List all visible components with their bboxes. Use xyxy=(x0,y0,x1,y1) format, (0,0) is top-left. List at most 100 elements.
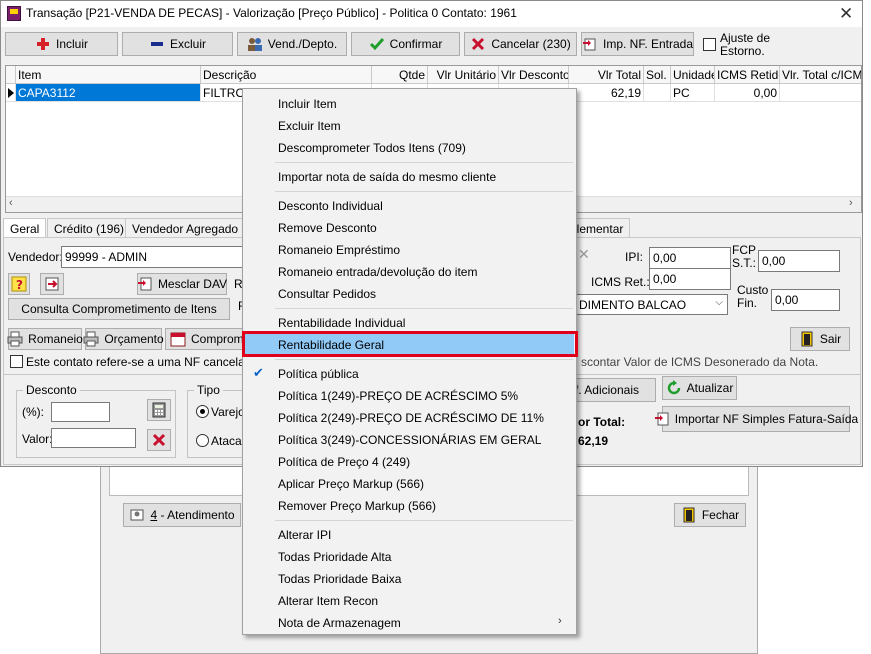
confirmar-button[interactable]: Confirmar xyxy=(351,32,460,56)
cancelar-label: Cancelar (230) xyxy=(491,37,571,51)
col-header-vlr-desconto[interactable]: Vlr Desconto xyxy=(499,66,569,84)
col-header-sol[interactable]: Sol. xyxy=(644,66,671,84)
menu-item-romaneio-entrada[interactable]: Romaneio entrada/devolução do item xyxy=(245,261,574,283)
ipi-field[interactable]: 0,00 xyxy=(649,247,731,269)
ajuste-estorno-checkbox[interactable] xyxy=(703,38,716,51)
consulta-comprometimento-label: Consulta Comprometimento de Itens xyxy=(21,302,217,316)
chevron-down-icon: ⌵ xyxy=(715,297,723,308)
vendedor-field[interactable]: 99999 - ADMIN xyxy=(61,246,251,268)
atendimento-select[interactable]: DIMENTO BALCAO ⌵ xyxy=(564,294,728,315)
custo-fin-field[interactable]: 0,00 xyxy=(771,289,840,311)
romaneio-button[interactable]: Romaneio xyxy=(7,328,83,350)
col-header-qtde[interactable]: Qtde xyxy=(372,66,428,84)
comprometer-button[interactable]: Comprome xyxy=(165,328,250,350)
menu-item-alterar-ipi[interactable]: Alterar IPI xyxy=(245,524,574,546)
col-header-vlr-total[interactable]: Vlr Total xyxy=(569,66,644,84)
cell-vlr-total-icms[interactable] xyxy=(780,84,861,102)
vend-depto-button[interactable]: Vend./Depto. xyxy=(237,32,347,56)
tipo-group-title: Tipo xyxy=(194,383,223,397)
desconto-pct-input[interactable] xyxy=(51,402,110,422)
menu-separator xyxy=(275,162,573,163)
menu-item-consultar-pedidos[interactable]: Consultar Pedidos xyxy=(245,283,574,305)
menu-item-politica-2[interactable]: Política 2(249)-PREÇO DE ACRÉSCIMO DE 11… xyxy=(245,407,574,429)
col-header-vlr-total-icms[interactable]: Vlr. Total c/ICMS xyxy=(780,66,861,84)
close-icon xyxy=(151,432,167,448)
menu-item-nota-armazenagem[interactable]: Nota de Armazenagem › xyxy=(245,612,574,634)
menu-item-remover-markup[interactable]: Remover Preço Markup (566) xyxy=(245,495,574,517)
cell-unidade[interactable]: PC xyxy=(671,84,715,102)
incluir-button[interactable]: Incluir xyxy=(5,32,118,56)
col-header-unidade[interactable]: Unidade xyxy=(671,66,715,84)
inf-adicionais-button[interactable]: f. Adicionais xyxy=(564,378,656,402)
menu-item-importar-nota-saida[interactable]: Importar nota de saída do mesmo cliente xyxy=(245,166,574,188)
menu-item-descomprometer[interactable]: Descomprometer Todos Itens (709) xyxy=(245,137,574,159)
atendimento-select-value: DIMENTO BALCAO xyxy=(579,298,687,312)
varejo-radio[interactable] xyxy=(196,405,209,418)
menu-item-politica-preco-4[interactable]: Política de Preço 4 (249) xyxy=(245,451,574,473)
mesclar-dav-label: Mesclar DAV xyxy=(157,277,228,291)
menu-item-todas-prioridade-baixa[interactable]: Todas Prioridade Baixa xyxy=(245,568,574,590)
submenu-arrow-icon: › xyxy=(558,615,562,627)
fechar-button[interactable]: Fechar xyxy=(674,503,746,527)
politica-publica-label: Política pública xyxy=(278,367,359,381)
cell-vlr-total[interactable]: 62,19 xyxy=(569,84,644,102)
icms-ret-field[interactable]: 0,00 xyxy=(649,268,731,290)
menu-item-incluir-item[interactable]: Incluir Item xyxy=(245,93,574,115)
nf-cancelada-checkbox[interactable] xyxy=(10,355,23,368)
col-header-icms-retido[interactable]: ICMS Retido xyxy=(715,66,780,84)
consulta-comprometimento-button[interactable]: Consulta Comprometimento de Itens xyxy=(8,298,230,320)
menu-separator xyxy=(275,191,573,192)
menu-item-desconto-individual[interactable]: Desconto Individual xyxy=(245,195,574,217)
refresh-icon xyxy=(666,380,682,396)
transfer-button[interactable] xyxy=(40,273,64,295)
cell-sol[interactable] xyxy=(644,84,671,102)
help-button[interactable]: ? xyxy=(8,273,30,295)
excluir-label: Excluir xyxy=(169,37,206,51)
col-header-descricao[interactable]: Descrição xyxy=(201,66,372,84)
menu-item-alterar-item-recon[interactable]: Alterar Item Recon xyxy=(245,590,574,612)
cancelar-button[interactable]: Cancelar (230) xyxy=(464,32,577,56)
atacado-radio[interactable] xyxy=(196,434,209,447)
col-header-item[interactable]: Item xyxy=(16,66,201,84)
clear-field-icon[interactable]: ✕ xyxy=(578,246,592,266)
tab-credito[interactable]: Crédito (196) xyxy=(47,218,132,238)
atendimento-button[interactable]: 4 - Atendimento xyxy=(123,503,241,527)
menu-item-politica-1[interactable]: Política 1(249)-PREÇO DE ACRÉSCIMO 5% xyxy=(245,385,574,407)
scroll-left-icon[interactable]: ‹ xyxy=(9,197,13,209)
desconto-group-title: Desconto xyxy=(23,383,80,397)
menu-item-aplicar-markup[interactable]: Aplicar Preço Markup (566) xyxy=(245,473,574,495)
clear-desconto-button[interactable] xyxy=(147,429,171,451)
window-title: Transação [P21-VENDA DE PECAS] - Valoriz… xyxy=(26,6,517,20)
menu-item-excluir-item[interactable]: Excluir Item xyxy=(245,115,574,137)
col-header-vlr-unitario[interactable]: Vlr Unitário xyxy=(428,66,499,84)
printer-icon xyxy=(7,331,23,347)
desconto-valor-input[interactable] xyxy=(51,428,136,448)
ajuste-estorno-label: Ajuste de Estorno. xyxy=(720,31,771,58)
transfer-icon xyxy=(44,276,60,292)
sair-button[interactable]: Sair xyxy=(790,327,850,351)
menu-item-romaneio-emprestimo[interactable]: Romaneio Empréstimo xyxy=(245,239,574,261)
menu-item-politica-3[interactable]: Política 3(249)-CONCESSIONÁRIAS EM GERAL xyxy=(245,429,574,451)
sair-label: Sair xyxy=(819,332,842,346)
nf-cancelada-label: Este contato refere-se a uma NF cancelad… xyxy=(26,355,271,369)
imp-nf-entrada-button[interactable]: Imp. NF. Entrada xyxy=(581,32,694,56)
tab-geral[interactable]: Geral xyxy=(3,218,47,239)
scroll-right-icon[interactable]: › xyxy=(849,197,853,209)
valor-total-label: or Total: xyxy=(578,415,626,429)
atualizar-button[interactable]: Atualizar xyxy=(662,376,737,400)
mesclar-dav-button[interactable]: Mesclar DAV xyxy=(137,273,227,295)
menu-item-politica-publica[interactable]: ✔ Política pública xyxy=(245,363,574,385)
fcp-st-field[interactable]: 0,00 xyxy=(758,250,840,272)
excluir-button[interactable]: Excluir xyxy=(122,32,233,56)
importar-nf-simples-button[interactable]: Importar NF Simples Fatura-Saída xyxy=(654,406,858,432)
title-bar: Transação [P21-VENDA DE PECAS] - Valoriz… xyxy=(1,1,862,27)
menu-item-todas-prioridade-alta[interactable]: Todas Prioridade Alta xyxy=(245,546,574,568)
orcamento-button[interactable]: Orçamento xyxy=(83,328,164,350)
valor-total-value: 62,19 xyxy=(578,434,609,448)
cell-item[interactable]: CAPA3112 xyxy=(16,84,201,102)
person-icon xyxy=(129,507,145,523)
calculator-button[interactable] xyxy=(147,399,171,421)
cell-icms-retido[interactable]: 0,00 xyxy=(715,84,780,102)
menu-item-remove-desconto[interactable]: Remove Desconto xyxy=(245,217,574,239)
close-icon[interactable]: ✕ xyxy=(839,4,853,24)
